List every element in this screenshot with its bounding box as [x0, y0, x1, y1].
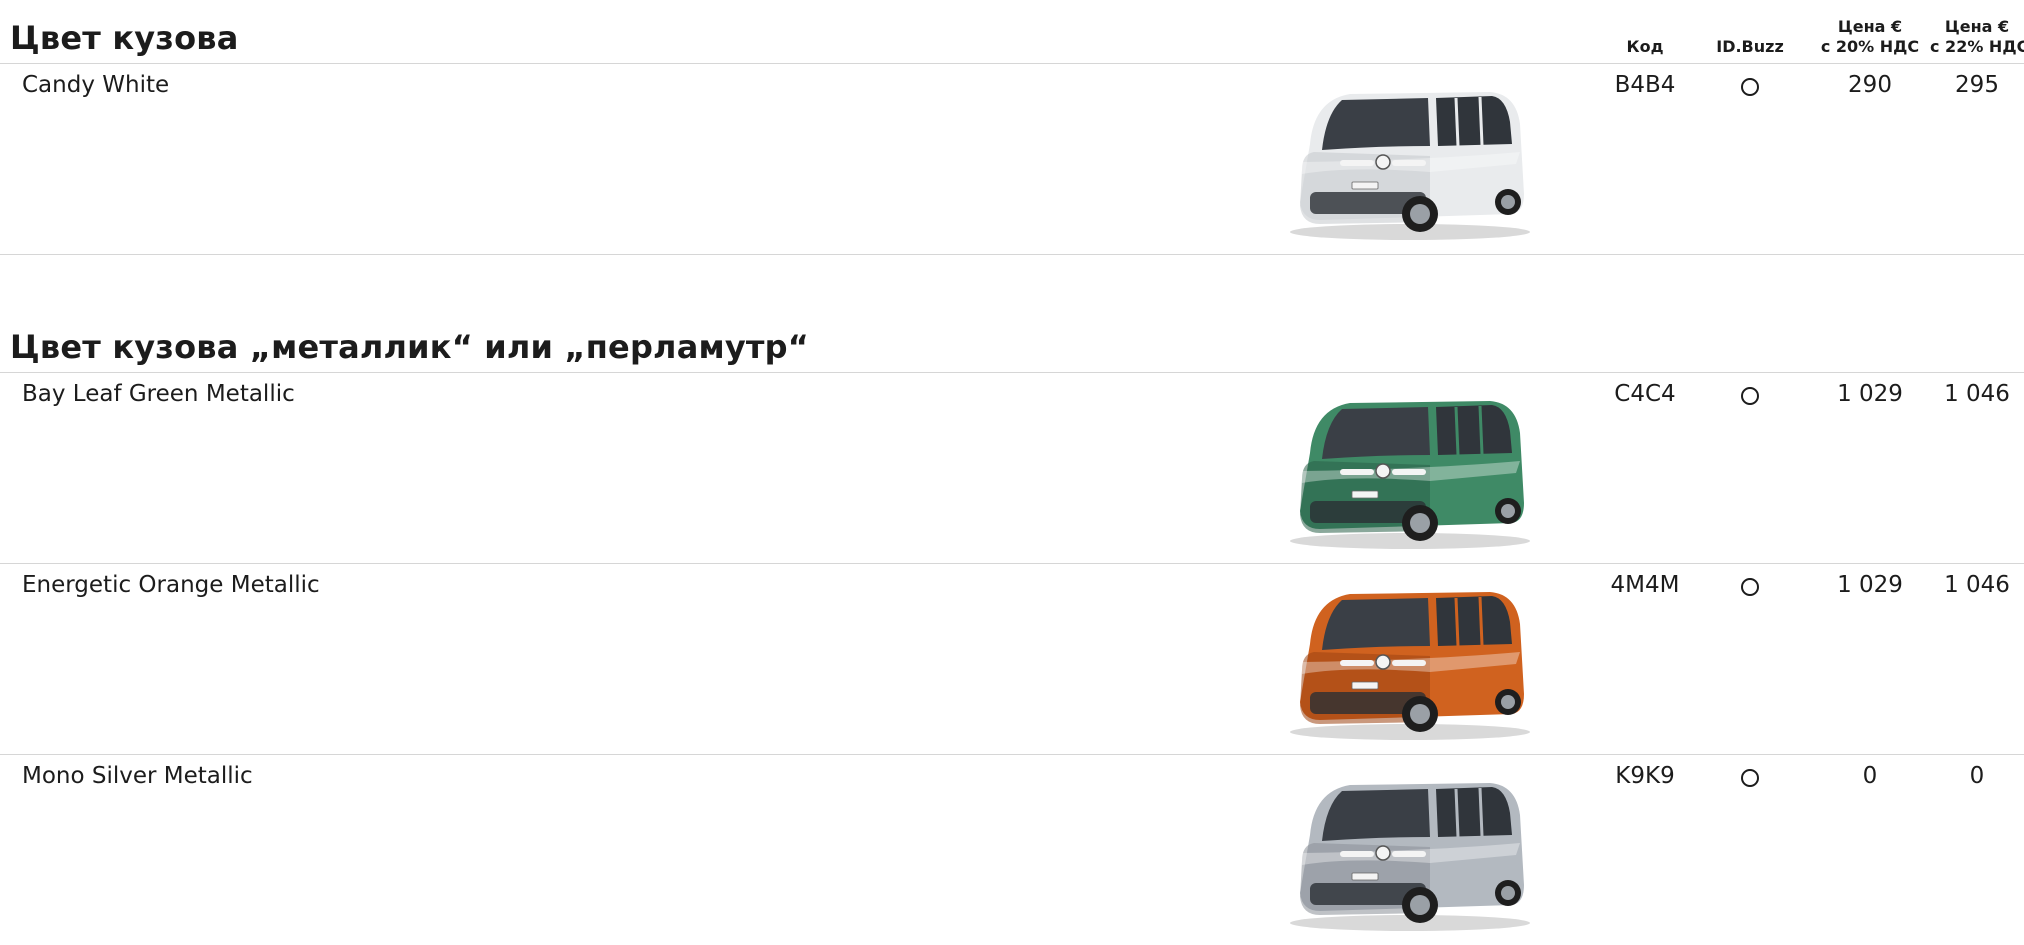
section-header: Цвет кузова „металлик“ или „перламутр“ [0, 310, 2024, 373]
color-code: K9K9 [1615, 763, 1675, 789]
optional-circle-icon [1741, 578, 1759, 596]
van-image [1290, 401, 1530, 549]
availability-cell [1705, 763, 1795, 793]
optional-circle-icon [1741, 387, 1759, 405]
availability-cell [1705, 381, 1795, 411]
color-row: Energetic Orange Metallic 4M4M 1 029 1 0… [0, 564, 2024, 755]
optional-circle-icon [1741, 78, 1759, 96]
section-solid-colors: Цвет кузова Код ID.Buzz Цена € с 20% НДС … [0, 0, 2024, 255]
price-20-vat: 290 [1848, 72, 1892, 98]
column-header-code: Код [1626, 37, 1664, 56]
color-code: C4C4 [1614, 381, 1676, 407]
color-name: Candy White [22, 72, 170, 98]
price-22-vat: 1 046 [1944, 381, 2010, 407]
van-image [1290, 592, 1530, 740]
van-image [1290, 92, 1530, 240]
color-name: Bay Leaf Green Metallic [22, 381, 295, 407]
section-title: Цвет кузова „металлик“ или „перламутр“ [10, 328, 809, 366]
price-20-vat: 1 029 [1837, 572, 1903, 598]
column-header-price-22: Цена € с 22% НДС [1930, 17, 2024, 56]
column-header-price-20: Цена € с 20% НДС [1820, 17, 1920, 56]
color-row: Candy White B4B4 290 295 [0, 64, 2024, 255]
optional-circle-icon [1741, 769, 1759, 787]
price-22-vat: 1 046 [1944, 572, 2010, 598]
section-header: Цвет кузова Код ID.Buzz Цена € с 20% НДС … [0, 0, 2024, 64]
color-code: B4B4 [1614, 72, 1676, 98]
price-22-vat: 295 [1955, 72, 1999, 98]
section-title: Цвет кузова [10, 19, 239, 57]
price-20-vat: 1 029 [1837, 381, 1903, 407]
availability-cell [1705, 572, 1795, 602]
color-row: Bay Leaf Green Metallic C4C4 1 029 1 046 [0, 373, 2024, 564]
section-metallic-colors: Цвет кузова „металлик“ или „перламутр“ B… [0, 310, 2024, 945]
price-20-vat: 0 [1862, 763, 1878, 789]
color-name: Mono Silver Metallic [22, 763, 253, 789]
color-row: Mono Silver Metallic K9K9 0 0 [0, 755, 2024, 945]
price-22-vat: 0 [1969, 763, 1985, 789]
van-image [1290, 783, 1530, 931]
column-header-model: ID.Buzz [1716, 37, 1784, 56]
color-code: 4M4M [1610, 572, 1680, 598]
availability-cell [1705, 72, 1795, 102]
color-name: Energetic Orange Metallic [22, 572, 320, 598]
